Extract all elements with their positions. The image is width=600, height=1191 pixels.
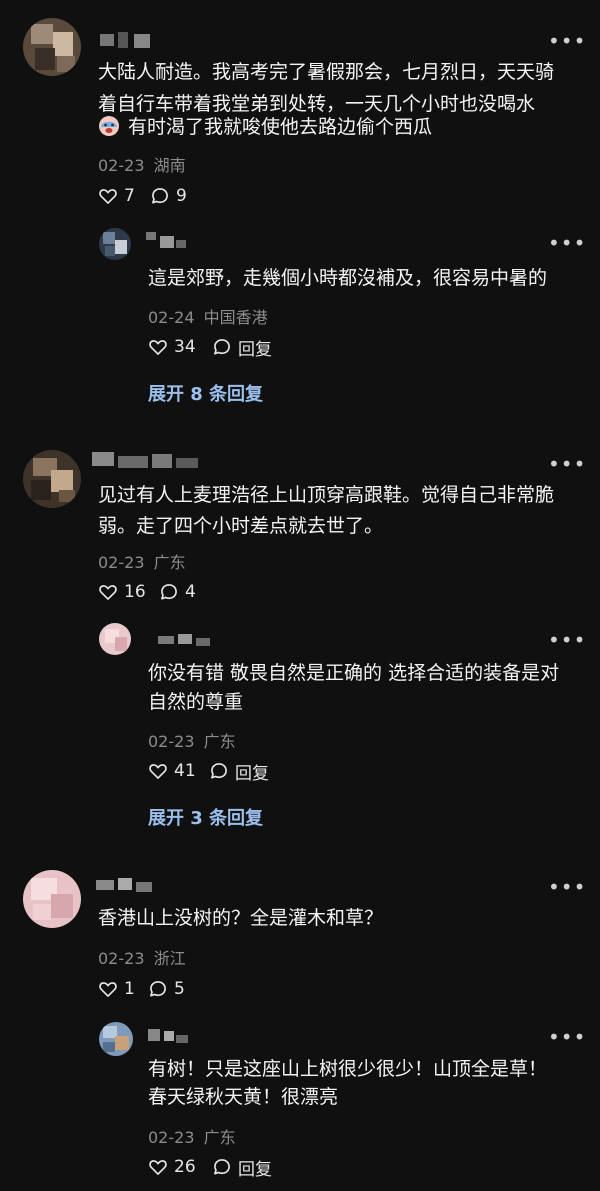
reply-count: 4 xyxy=(185,582,196,602)
chat-bubble-icon xyxy=(161,584,177,600)
heart-outline-icon xyxy=(149,764,167,779)
like-button[interactable]: 16 xyxy=(98,580,146,604)
comment-text-line: 见过有人上麦理浩径上山顶穿高跟鞋。觉得自己非常脆 xyxy=(98,484,555,506)
comment-meta: 02-23 广东 xyxy=(98,549,186,573)
chat-bubble-icon xyxy=(214,339,230,355)
comment-date: 02-23 xyxy=(98,156,145,175)
reply-label: 回复 xyxy=(235,763,269,784)
heart-outline-icon xyxy=(149,340,167,355)
reply-avatar[interactable] xyxy=(99,228,131,260)
reply-avatar[interactable] xyxy=(99,1022,133,1056)
username-blurred[interactable] xyxy=(92,450,202,470)
like-button[interactable]: 26 xyxy=(148,1155,196,1179)
more-dots-icon[interactable]: ••• xyxy=(548,31,585,51)
comment-date: 02-23 xyxy=(98,949,145,968)
like-count: 26 xyxy=(174,1157,196,1177)
like-button[interactable]: 7 xyxy=(98,184,135,208)
reply-avatar[interactable] xyxy=(99,623,131,655)
reply-date: 02-23 xyxy=(148,1128,195,1147)
reply-date: 02-23 xyxy=(148,732,195,751)
username-blurred[interactable] xyxy=(100,30,160,50)
like-count: 7 xyxy=(124,186,135,206)
comment-location: 浙江 xyxy=(153,949,186,968)
chat-bubble-icon xyxy=(214,1159,230,1175)
reply-label: 回复 xyxy=(238,1159,272,1180)
comment-location: 湖南 xyxy=(153,156,186,175)
reply-meta: 02-23 广东 xyxy=(148,1124,236,1148)
reply-count: 5 xyxy=(174,979,185,999)
expand-replies-link[interactable]: 展开 8 条回复 xyxy=(148,380,263,406)
reply-date: 02-24 xyxy=(148,308,195,327)
heart-outline-icon xyxy=(99,189,117,204)
like-count: 16 xyxy=(124,582,146,602)
reply-button[interactable]: 回复 xyxy=(212,335,272,360)
more-dots-icon[interactable]: ••• xyxy=(548,233,585,253)
reply-count: 9 xyxy=(176,186,187,206)
chat-bubble-icon xyxy=(152,188,168,204)
comment-meta: 02-23 湖南 xyxy=(98,152,186,176)
reply-label: 回复 xyxy=(238,339,272,360)
comment-date: 02-23 xyxy=(98,553,145,572)
heart-outline-icon xyxy=(99,982,117,997)
comment-text-line: 香港山上没树的？全是灌木和草？ xyxy=(98,907,384,929)
reply-username-blurred[interactable] xyxy=(148,1027,190,1047)
expand-replies-link[interactable]: 展开 3 条回复 xyxy=(148,804,263,830)
reply-username-blurred[interactable] xyxy=(158,632,212,652)
reply-text-line: 自然的尊重 xyxy=(148,691,244,713)
heart-outline-icon xyxy=(99,585,117,600)
like-button[interactable]: 34 xyxy=(148,335,196,359)
reply-text-line: 春天绿秋天黄！很漂亮 xyxy=(148,1086,339,1108)
comment-text-line: 弱。走了四个小时差点就去世了。 xyxy=(98,515,384,537)
reply-meta: 02-24 中国香港 xyxy=(148,304,268,328)
comment-text-line: 有时渴了我就唆使他去路边偷个西瓜 xyxy=(98,111,432,143)
reply-location: 广东 xyxy=(203,732,236,751)
reply-username-blurred[interactable] xyxy=(146,230,186,250)
reply-location: 中国香港 xyxy=(203,308,268,327)
comment-meta: 02-23 浙江 xyxy=(98,945,186,969)
reply-meta: 02-23 广东 xyxy=(148,728,236,752)
reply-button[interactable]: 回复 xyxy=(212,1155,272,1180)
more-dots-icon[interactable]: ••• xyxy=(548,1027,585,1047)
reply-text-line: 這是郊野，走幾個小時都沒補及，很容易中暑的 xyxy=(148,267,548,289)
like-count: 1 xyxy=(124,979,135,999)
like-count: 34 xyxy=(174,337,196,357)
like-button[interactable]: 41 xyxy=(148,759,196,783)
avatar[interactable] xyxy=(23,870,81,928)
chat-bubble-icon xyxy=(150,981,166,997)
comment-location: 广东 xyxy=(153,553,186,572)
comment-text-line: 大陆人耐造。我高考完了暑假那会，七月烈日，天天骑 xyxy=(98,61,555,83)
more-dots-icon[interactable]: ••• xyxy=(548,877,585,897)
more-dots-icon[interactable]: ••• xyxy=(548,630,585,650)
reply-text-line: 你没有错 敬畏自然是正确的 选择合适的装备是对 xyxy=(148,662,560,684)
like-count: 41 xyxy=(174,761,196,781)
username-blurred[interactable] xyxy=(96,876,156,896)
crying-face-emoji xyxy=(98,115,120,137)
chat-bubble-icon xyxy=(211,763,227,779)
avatar[interactable] xyxy=(23,18,81,76)
reply-count-button[interactable]: 5 xyxy=(148,977,185,1001)
like-button[interactable]: 1 xyxy=(98,977,135,1001)
reply-count-button[interactable]: 9 xyxy=(150,184,187,208)
comment-text-fragment: 有时渴了我就唆使他去路边偷个西瓜 xyxy=(128,116,433,138)
avatar[interactable] xyxy=(23,450,81,508)
reply-count-button[interactable]: 4 xyxy=(159,580,196,604)
more-dots-icon[interactable]: ••• xyxy=(548,454,585,474)
reply-button[interactable]: 回复 xyxy=(209,759,269,784)
heart-outline-icon xyxy=(149,1160,167,1175)
reply-location: 广东 xyxy=(203,1128,236,1147)
